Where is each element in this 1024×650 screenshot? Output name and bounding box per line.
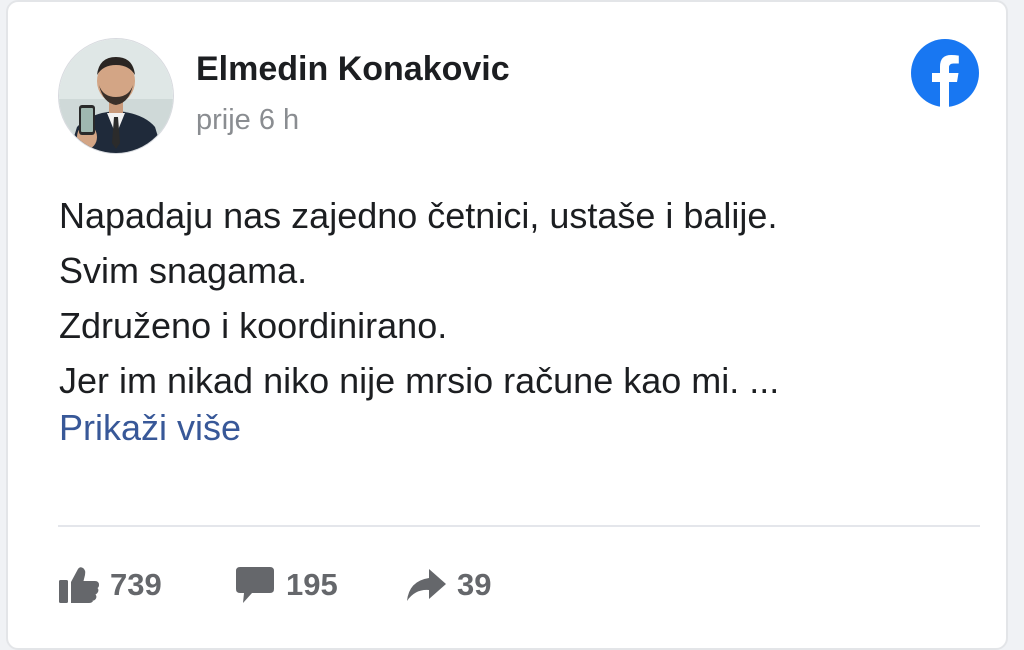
post-text-line: Napadaju nas zajedno četnici, ustaše i b…	[59, 195, 778, 236]
comment-count: 195	[286, 567, 338, 602]
share-count: 39	[457, 567, 492, 602]
post-timestamp[interactable]: prije 6 h	[196, 104, 299, 137]
post-text-line: Svim snagama.	[59, 250, 308, 291]
facebook-logo-icon[interactable]	[910, 38, 980, 108]
divider	[58, 525, 980, 527]
see-more-link[interactable]: Prikaži više	[59, 407, 241, 449]
post-body: Napadaju nas zajedno četnici, ustaše i b…	[59, 188, 959, 408]
share-arrow-icon	[407, 569, 446, 601]
post-text-line: Jer im nikad niko nije mrsio račune kao …	[59, 360, 780, 401]
share-button[interactable]: 39	[405, 562, 491, 608]
comment-button[interactable]: 195	[234, 562, 338, 608]
author-name[interactable]: Elmedin Konakovic	[196, 50, 510, 89]
avatar[interactable]	[58, 38, 174, 154]
post-text-line: Združeno i koordinirano.	[59, 305, 448, 346]
like-button[interactable]: 739	[58, 562, 162, 608]
thumbs-up-icon	[59, 567, 99, 603]
post-card: Elmedin Konakovic prije 6 h Napadaju nas…	[6, 0, 1008, 650]
speech-bubble-icon	[236, 567, 274, 603]
profile-photo	[59, 39, 173, 153]
like-count: 739	[110, 567, 162, 602]
